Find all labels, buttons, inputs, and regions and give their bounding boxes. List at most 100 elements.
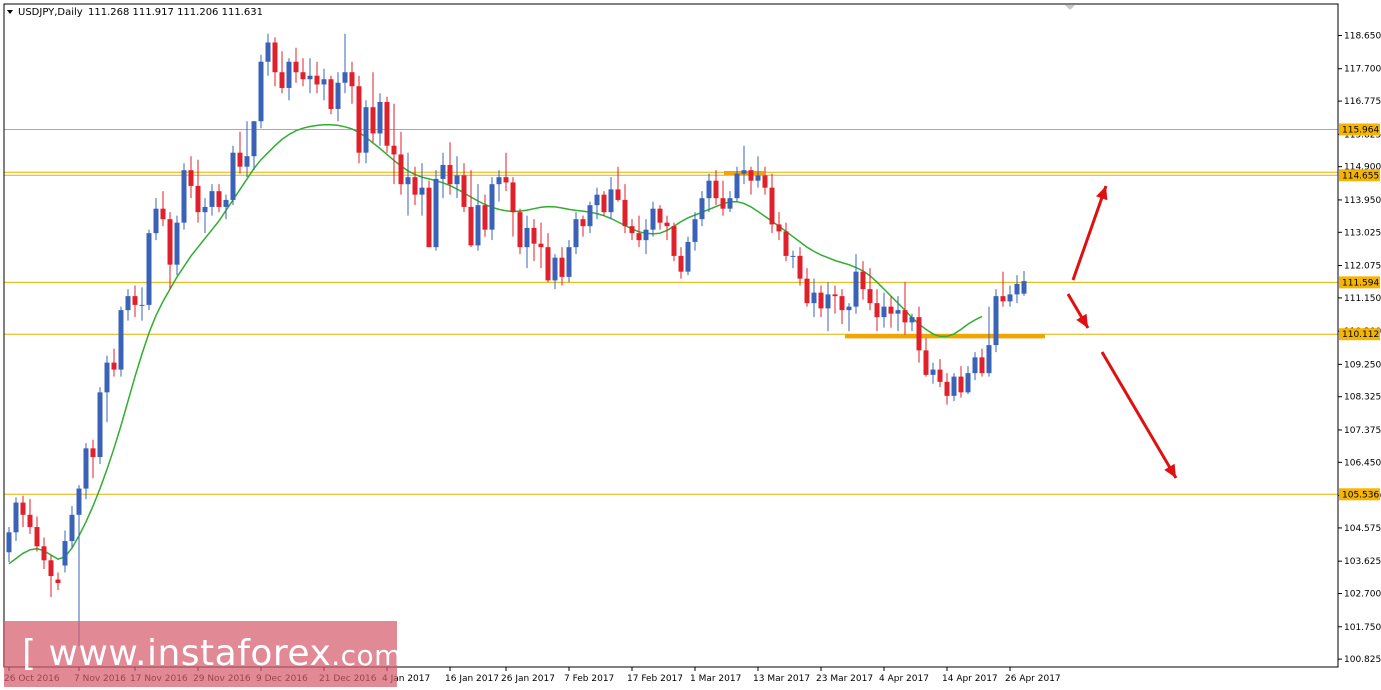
candle xyxy=(748,166,754,195)
candle-body xyxy=(867,289,873,304)
candle xyxy=(146,229,152,311)
candle xyxy=(979,348,985,377)
candle xyxy=(720,180,726,216)
candle-body xyxy=(307,75,313,80)
scroll-marker-icon[interactable] xyxy=(1065,5,1075,10)
candle xyxy=(398,131,404,195)
candle-body xyxy=(944,381,950,396)
y-tick-label: 107.375 xyxy=(1344,426,1381,436)
candle xyxy=(846,303,852,332)
candle-body xyxy=(125,296,131,311)
candle xyxy=(531,219,537,262)
y-tick-label: 104.575 xyxy=(1344,524,1381,534)
candle xyxy=(923,338,929,377)
candle xyxy=(237,131,243,174)
candle-body xyxy=(825,294,831,309)
candle xyxy=(265,33,271,76)
candle xyxy=(1007,285,1013,307)
candle-body xyxy=(1021,281,1027,294)
candle xyxy=(804,268,810,307)
candle-body xyxy=(349,72,355,87)
candle xyxy=(559,247,565,286)
candle-body xyxy=(363,107,369,153)
candle-body xyxy=(55,579,61,584)
candle xyxy=(307,58,313,94)
candle xyxy=(601,191,607,216)
candle-body xyxy=(643,229,649,241)
candle xyxy=(125,289,131,321)
candle-body xyxy=(146,233,152,305)
x-tick-label: 23 Mar 2017 xyxy=(816,674,873,684)
candle xyxy=(209,184,215,216)
level-badge-label: 110.112 xyxy=(1342,330,1379,340)
candle-body xyxy=(881,306,887,318)
candle xyxy=(27,499,33,535)
candle-body xyxy=(1000,296,1006,302)
watermark-open-bracket: [ xyxy=(22,633,37,674)
candle xyxy=(230,145,236,206)
candle-body xyxy=(923,350,929,375)
candle-body xyxy=(384,101,390,146)
candle xyxy=(958,366,964,398)
candle-body xyxy=(377,101,383,134)
x-tick-label: 1 Mar 2017 xyxy=(690,674,741,684)
candle xyxy=(20,495,26,528)
candle xyxy=(972,352,978,381)
candle-body xyxy=(188,170,194,186)
candle xyxy=(489,177,495,241)
candle-body xyxy=(419,187,425,195)
candle xyxy=(111,348,117,377)
candle xyxy=(293,47,299,83)
y-tick-label: 100.825 xyxy=(1344,655,1381,665)
candle-body xyxy=(167,219,173,265)
candle xyxy=(685,236,691,276)
watermark-suffix: .com xyxy=(331,639,397,672)
candle-body xyxy=(685,241,691,272)
arrow-down-long-icon-shaft xyxy=(1100,351,1178,479)
candle-body xyxy=(468,206,474,246)
candle-body xyxy=(475,205,481,246)
candle-body xyxy=(846,306,852,311)
candle xyxy=(552,254,558,290)
candle xyxy=(839,289,845,325)
candle xyxy=(622,184,628,234)
candle-body xyxy=(433,178,439,248)
arrow-down-short-icon xyxy=(1066,293,1090,329)
header-dropdown-icon[interactable] xyxy=(7,10,13,14)
candle-body xyxy=(713,180,719,199)
candle xyxy=(34,516,40,552)
candle-body xyxy=(594,194,600,206)
candle xyxy=(153,198,159,241)
candle-body xyxy=(930,369,936,375)
candle xyxy=(174,215,180,276)
candle xyxy=(965,366,971,395)
candle-body xyxy=(531,227,537,244)
candle xyxy=(727,191,733,213)
candle xyxy=(664,215,670,241)
candle xyxy=(566,240,572,283)
candle-body xyxy=(279,72,285,88)
candle-body xyxy=(517,212,523,248)
candle xyxy=(342,33,348,94)
candle-body xyxy=(174,222,180,265)
candle xyxy=(825,282,831,332)
y-tick-label: 101.750 xyxy=(1344,623,1381,633)
candle xyxy=(930,362,936,384)
candle-body xyxy=(769,187,775,225)
candle xyxy=(524,215,530,269)
candle-body xyxy=(13,502,19,533)
candle-body xyxy=(909,317,915,323)
candle-body xyxy=(804,278,810,304)
candle-body xyxy=(839,296,845,311)
candle-body xyxy=(559,257,565,277)
candle xyxy=(853,254,859,314)
candle-body xyxy=(370,107,376,134)
candle-body xyxy=(496,177,502,185)
candle-body xyxy=(293,61,299,73)
candle-body xyxy=(566,247,572,277)
candle-body xyxy=(90,448,96,458)
candle-body xyxy=(237,152,243,167)
candle xyxy=(426,180,432,248)
candle-body xyxy=(244,156,250,167)
candle-body xyxy=(335,82,341,109)
